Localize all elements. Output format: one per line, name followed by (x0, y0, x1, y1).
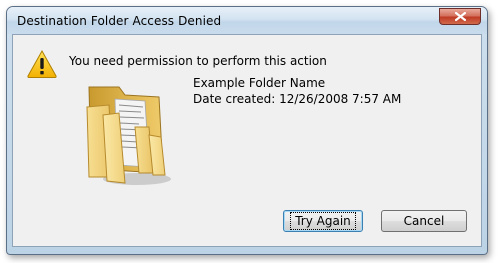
cancel-label: Cancel (403, 214, 445, 228)
folder-name: Example Folder Name (193, 76, 326, 90)
cancel-button[interactable]: Cancel (381, 210, 467, 232)
message-heading: You need permission to perform this acti… (69, 54, 327, 68)
access-denied-dialog: Destination Folder Access Denied You nee… (6, 6, 488, 255)
dialog-body: You need permission to perform this acti… (12, 34, 482, 247)
try-again-label: Try Again (290, 212, 356, 230)
date-created: Date created: 12/26/2008 7:57 AM (193, 92, 402, 106)
folder-icon (79, 77, 175, 193)
warning-icon (26, 49, 58, 83)
close-button[interactable] (439, 8, 481, 25)
close-icon (454, 12, 466, 21)
title-bar[interactable]: Destination Folder Access Denied (7, 7, 487, 34)
item-details: Example Folder Name Date created: 12/26/… (193, 75, 401, 107)
try-again-button[interactable]: Try Again (283, 210, 363, 232)
dialog-title: Destination Folder Access Denied (17, 14, 222, 28)
